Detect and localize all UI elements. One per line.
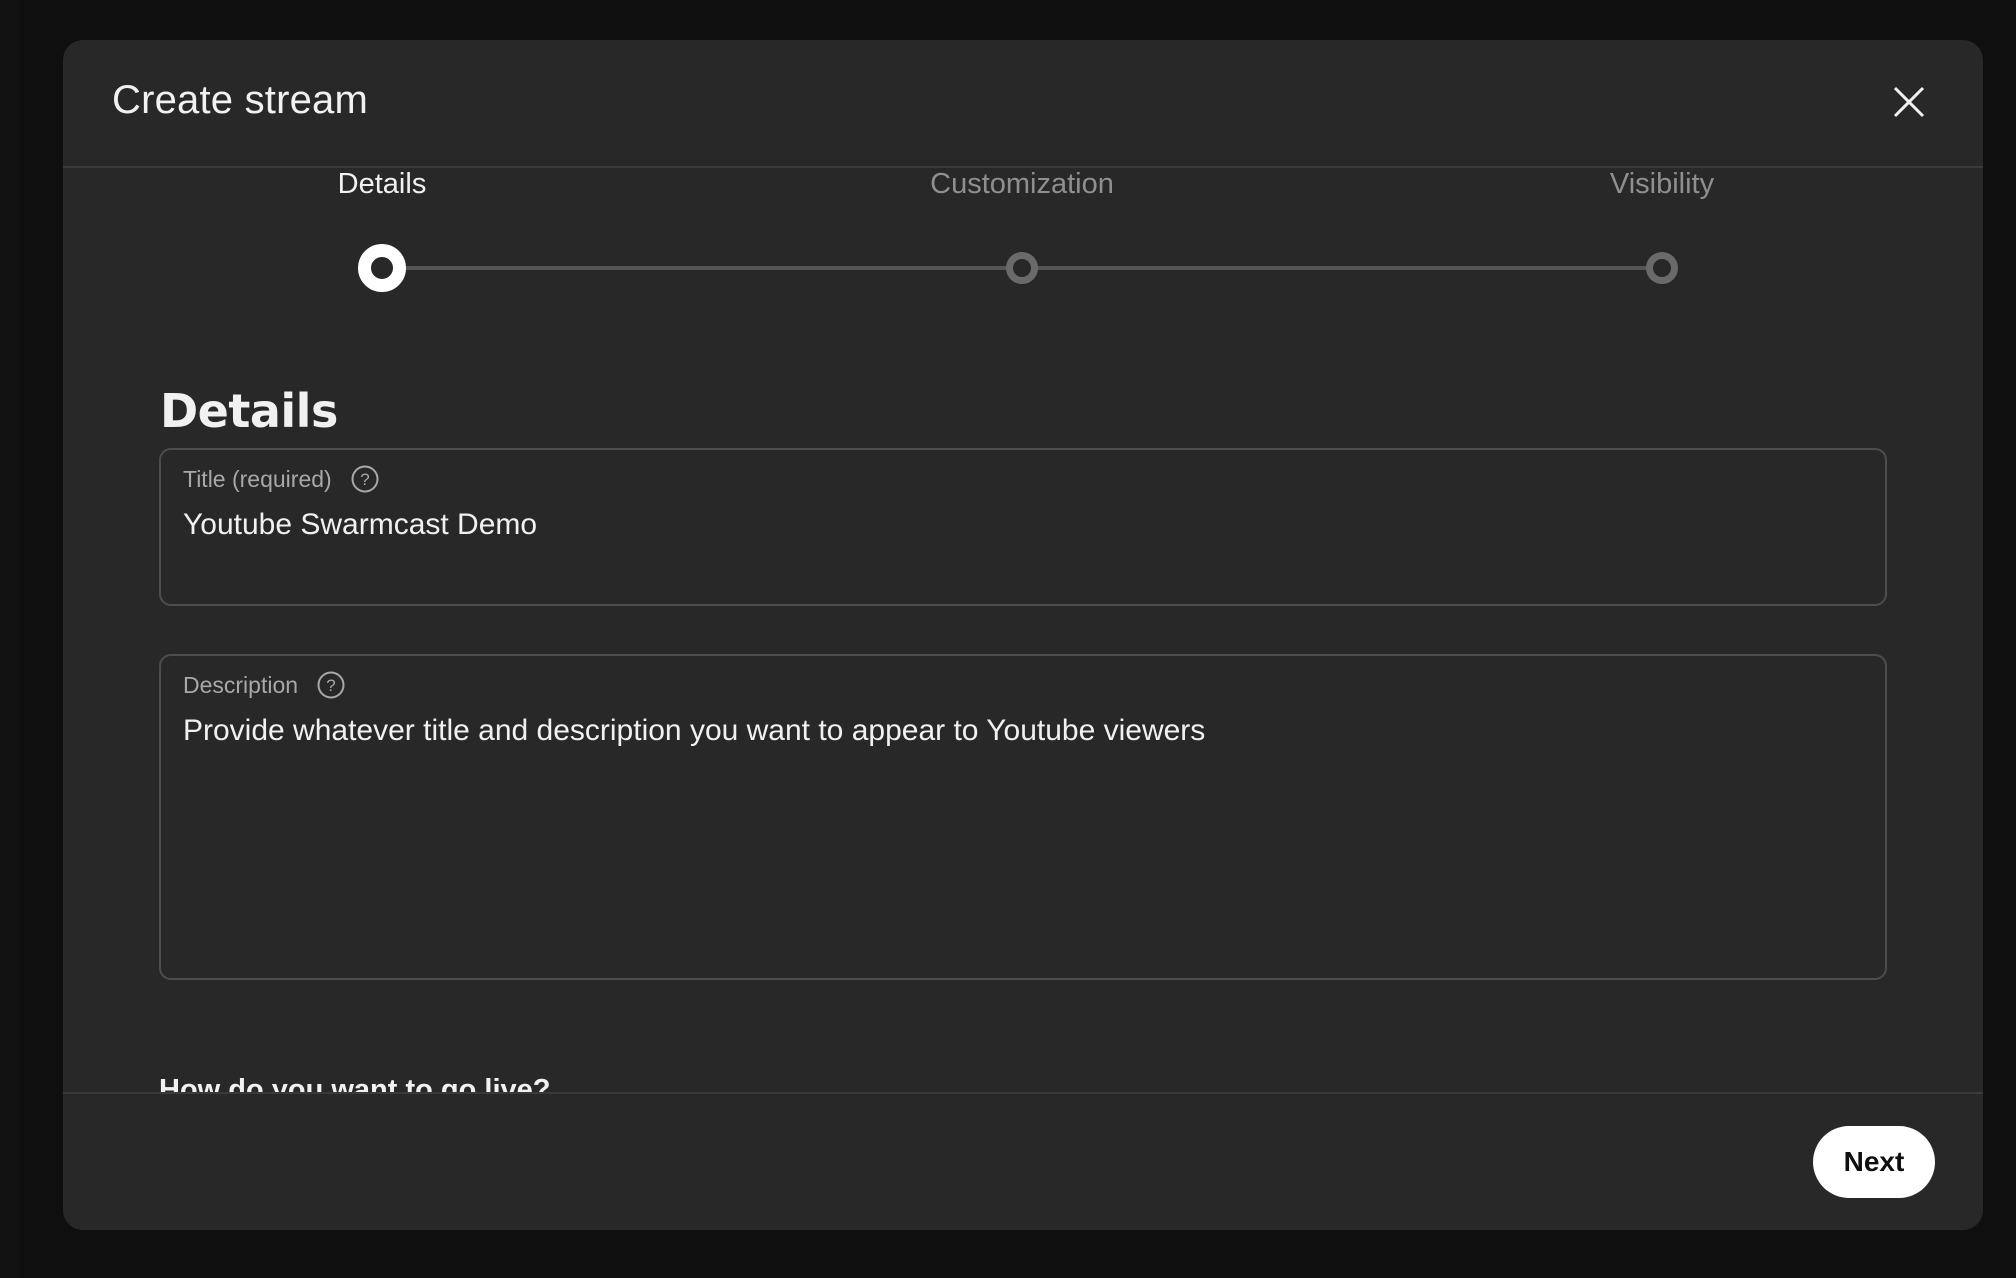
description-input[interactable]: Provide whatever title and description y… (183, 714, 1205, 748)
close-button[interactable] (1885, 78, 1933, 126)
title-field-label-row: Title (required) ? (183, 464, 380, 494)
stepper-line-1 (382, 266, 1022, 270)
title-field-label: Title (required) (183, 465, 332, 492)
step-dot-visibility[interactable] (1646, 252, 1678, 284)
help-icon[interactable]: ? (350, 464, 380, 494)
step-label-visibility[interactable]: Visibility (1610, 168, 1714, 201)
title-input[interactable]: Youtube Swarmcast Demo (183, 508, 537, 542)
section-heading: Details (160, 384, 338, 438)
step-label-customization[interactable]: Customization (930, 168, 1114, 201)
description-field-label: Description (183, 671, 299, 698)
stepper-line-2 (1022, 266, 1662, 270)
progress-stepper: Details Customization Visibility (63, 168, 1983, 348)
close-icon (1893, 86, 1925, 118)
step-dot-details[interactable] (358, 244, 406, 292)
svg-text:?: ? (326, 676, 335, 695)
description-field-label-row: Description ? (183, 670, 346, 700)
step-label-details[interactable]: Details (338, 168, 427, 201)
next-button[interactable]: Next (1813, 1126, 1935, 1198)
dialog-footer: Next (63, 1092, 1983, 1230)
create-stream-dialog: Create stream Details Customization Visi… (63, 40, 1983, 1230)
background-sidebar (0, 0, 20, 1278)
title-field[interactable]: Title (required) ? Youtube Swarmcast Dem… (159, 448, 1887, 606)
dialog-title: Create stream (112, 78, 369, 122)
description-field[interactable]: Description ? Provide whatever title and… (159, 654, 1887, 980)
step-dot-customization[interactable] (1006, 252, 1038, 284)
help-icon[interactable]: ? (316, 670, 346, 700)
svg-text:?: ? (360, 470, 369, 489)
dialog-header: Create stream (63, 40, 1983, 168)
